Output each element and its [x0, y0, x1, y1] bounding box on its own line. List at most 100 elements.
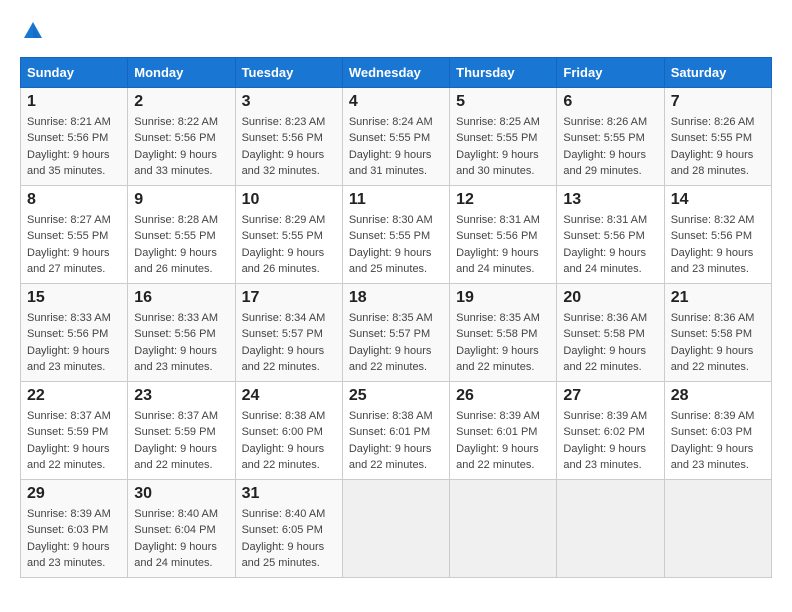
calendar-cell: 31 Sunrise: 8:40 AM Sunset: 6:05 PM Dayl…: [235, 479, 342, 577]
weekday-saturday: Saturday: [664, 57, 771, 87]
day-info: Sunrise: 8:26 AM Sunset: 5:55 PM Dayligh…: [563, 114, 657, 180]
calendar-week-row: 1 Sunrise: 8:21 AM Sunset: 5:56 PM Dayli…: [21, 87, 772, 185]
calendar-cell: 16 Sunrise: 8:33 AM Sunset: 5:56 PM Dayl…: [128, 283, 235, 381]
calendar-table: SundayMondayTuesdayWednesdayThursdayFrid…: [20, 57, 772, 578]
calendar-cell: 30 Sunrise: 8:40 AM Sunset: 6:04 PM Dayl…: [128, 479, 235, 577]
calendar-week-row: 29 Sunrise: 8:39 AM Sunset: 6:03 PM Dayl…: [21, 479, 772, 577]
day-number: 29: [27, 485, 121, 503]
day-number: 14: [671, 191, 765, 209]
day-info: Sunrise: 8:39 AM Sunset: 6:01 PM Dayligh…: [456, 408, 550, 474]
calendar-cell: 9 Sunrise: 8:28 AM Sunset: 5:55 PM Dayli…: [128, 185, 235, 283]
day-number: 8: [27, 191, 121, 209]
day-number: 17: [242, 289, 336, 307]
calendar-cell: 24 Sunrise: 8:38 AM Sunset: 6:00 PM Dayl…: [235, 381, 342, 479]
day-info: Sunrise: 8:36 AM Sunset: 5:58 PM Dayligh…: [563, 310, 657, 376]
day-number: 2: [134, 93, 228, 111]
day-number: 7: [671, 93, 765, 111]
day-info: Sunrise: 8:39 AM Sunset: 6:03 PM Dayligh…: [27, 506, 121, 572]
calendar-cell: 3 Sunrise: 8:23 AM Sunset: 5:56 PM Dayli…: [235, 87, 342, 185]
calendar-cell: 13 Sunrise: 8:31 AM Sunset: 5:56 PM Dayl…: [557, 185, 664, 283]
day-info: Sunrise: 8:27 AM Sunset: 5:55 PM Dayligh…: [27, 212, 121, 278]
calendar-cell: 18 Sunrise: 8:35 AM Sunset: 5:57 PM Dayl…: [342, 283, 449, 381]
calendar-cell: 5 Sunrise: 8:25 AM Sunset: 5:55 PM Dayli…: [450, 87, 557, 185]
calendar-cell: 7 Sunrise: 8:26 AM Sunset: 5:55 PM Dayli…: [664, 87, 771, 185]
day-info: Sunrise: 8:40 AM Sunset: 6:04 PM Dayligh…: [134, 506, 228, 572]
calendar-cell: 2 Sunrise: 8:22 AM Sunset: 5:56 PM Dayli…: [128, 87, 235, 185]
weekday-header-row: SundayMondayTuesdayWednesdayThursdayFrid…: [21, 57, 772, 87]
day-number: 30: [134, 485, 228, 503]
calendar-cell: 20 Sunrise: 8:36 AM Sunset: 5:58 PM Dayl…: [557, 283, 664, 381]
day-info: Sunrise: 8:21 AM Sunset: 5:56 PM Dayligh…: [27, 114, 121, 180]
day-info: Sunrise: 8:38 AM Sunset: 6:01 PM Dayligh…: [349, 408, 443, 474]
logo: [20, 20, 44, 47]
day-number: 21: [671, 289, 765, 307]
day-info: Sunrise: 8:31 AM Sunset: 5:56 PM Dayligh…: [563, 212, 657, 278]
day-number: 3: [242, 93, 336, 111]
day-number: 19: [456, 289, 550, 307]
calendar-cell: 26 Sunrise: 8:39 AM Sunset: 6:01 PM Dayl…: [450, 381, 557, 479]
calendar-cell: 11 Sunrise: 8:30 AM Sunset: 5:55 PM Dayl…: [342, 185, 449, 283]
page-container: SundayMondayTuesdayWednesdayThursdayFrid…: [20, 20, 772, 578]
day-info: Sunrise: 8:35 AM Sunset: 5:58 PM Dayligh…: [456, 310, 550, 376]
day-number: 26: [456, 387, 550, 405]
day-number: 20: [563, 289, 657, 307]
day-number: 13: [563, 191, 657, 209]
weekday-friday: Friday: [557, 57, 664, 87]
day-info: Sunrise: 8:35 AM Sunset: 5:57 PM Dayligh…: [349, 310, 443, 376]
calendar-cell: 14 Sunrise: 8:32 AM Sunset: 5:56 PM Dayl…: [664, 185, 771, 283]
calendar-cell: 10 Sunrise: 8:29 AM Sunset: 5:55 PM Dayl…: [235, 185, 342, 283]
day-info: Sunrise: 8:28 AM Sunset: 5:55 PM Dayligh…: [134, 212, 228, 278]
day-number: 10: [242, 191, 336, 209]
day-info: Sunrise: 8:34 AM Sunset: 5:57 PM Dayligh…: [242, 310, 336, 376]
calendar-cell: [342, 479, 449, 577]
day-info: Sunrise: 8:24 AM Sunset: 5:55 PM Dayligh…: [349, 114, 443, 180]
weekday-sunday: Sunday: [21, 57, 128, 87]
day-info: Sunrise: 8:38 AM Sunset: 6:00 PM Dayligh…: [242, 408, 336, 474]
day-number: 15: [27, 289, 121, 307]
day-number: 25: [349, 387, 443, 405]
weekday-wednesday: Wednesday: [342, 57, 449, 87]
calendar-cell: 15 Sunrise: 8:33 AM Sunset: 5:56 PM Dayl…: [21, 283, 128, 381]
weekday-monday: Monday: [128, 57, 235, 87]
calendar-cell: 8 Sunrise: 8:27 AM Sunset: 5:55 PM Dayli…: [21, 185, 128, 283]
day-number: 5: [456, 93, 550, 111]
day-info: Sunrise: 8:33 AM Sunset: 5:56 PM Dayligh…: [134, 310, 228, 376]
day-number: 31: [242, 485, 336, 503]
day-info: Sunrise: 8:37 AM Sunset: 5:59 PM Dayligh…: [134, 408, 228, 474]
day-info: Sunrise: 8:33 AM Sunset: 5:56 PM Dayligh…: [27, 310, 121, 376]
day-number: 27: [563, 387, 657, 405]
calendar-cell: 1 Sunrise: 8:21 AM Sunset: 5:56 PM Dayli…: [21, 87, 128, 185]
day-number: 6: [563, 93, 657, 111]
day-info: Sunrise: 8:30 AM Sunset: 5:55 PM Dayligh…: [349, 212, 443, 278]
day-info: Sunrise: 8:40 AM Sunset: 6:05 PM Dayligh…: [242, 506, 336, 572]
day-number: 12: [456, 191, 550, 209]
calendar-cell: 25 Sunrise: 8:38 AM Sunset: 6:01 PM Dayl…: [342, 381, 449, 479]
calendar-cell: 19 Sunrise: 8:35 AM Sunset: 5:58 PM Dayl…: [450, 283, 557, 381]
logo-icon: [22, 20, 44, 42]
calendar-cell: 6 Sunrise: 8:26 AM Sunset: 5:55 PM Dayli…: [557, 87, 664, 185]
day-info: Sunrise: 8:26 AM Sunset: 5:55 PM Dayligh…: [671, 114, 765, 180]
calendar-week-row: 8 Sunrise: 8:27 AM Sunset: 5:55 PM Dayli…: [21, 185, 772, 283]
day-number: 1: [27, 93, 121, 111]
calendar-cell: [450, 479, 557, 577]
day-info: Sunrise: 8:32 AM Sunset: 5:56 PM Dayligh…: [671, 212, 765, 278]
day-number: 24: [242, 387, 336, 405]
calendar-cell: 29 Sunrise: 8:39 AM Sunset: 6:03 PM Dayl…: [21, 479, 128, 577]
day-number: 23: [134, 387, 228, 405]
calendar-cell: 28 Sunrise: 8:39 AM Sunset: 6:03 PM Dayl…: [664, 381, 771, 479]
day-info: Sunrise: 8:39 AM Sunset: 6:02 PM Dayligh…: [563, 408, 657, 474]
day-info: Sunrise: 8:25 AM Sunset: 5:55 PM Dayligh…: [456, 114, 550, 180]
day-info: Sunrise: 8:39 AM Sunset: 6:03 PM Dayligh…: [671, 408, 765, 474]
day-number: 16: [134, 289, 228, 307]
calendar-week-row: 22 Sunrise: 8:37 AM Sunset: 5:59 PM Dayl…: [21, 381, 772, 479]
calendar-cell: 22 Sunrise: 8:37 AM Sunset: 5:59 PM Dayl…: [21, 381, 128, 479]
day-number: 22: [27, 387, 121, 405]
day-info: Sunrise: 8:31 AM Sunset: 5:56 PM Dayligh…: [456, 212, 550, 278]
calendar-cell: 27 Sunrise: 8:39 AM Sunset: 6:02 PM Dayl…: [557, 381, 664, 479]
weekday-thursday: Thursday: [450, 57, 557, 87]
weekday-tuesday: Tuesday: [235, 57, 342, 87]
calendar-week-row: 15 Sunrise: 8:33 AM Sunset: 5:56 PM Dayl…: [21, 283, 772, 381]
calendar-cell: [664, 479, 771, 577]
day-info: Sunrise: 8:22 AM Sunset: 5:56 PM Dayligh…: [134, 114, 228, 180]
day-number: 18: [349, 289, 443, 307]
